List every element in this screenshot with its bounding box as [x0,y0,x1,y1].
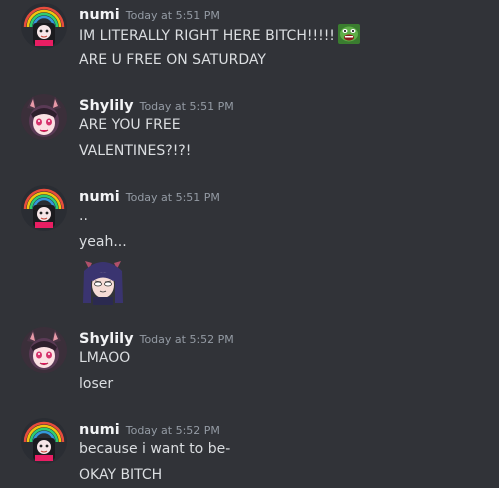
message-text: ARE YOU FREE [79,117,181,133]
message-text: IM LITERALLY RIGHT HERE BITCH!!!!! [79,24,360,46]
chat-messages: numi Today at 5:51 PM IM LITERALLY RIGHT … [0,0,499,488]
timestamp: Today at 5:52 PM [139,333,234,346]
message-text: yeah... [79,234,127,250]
avatar-numi[interactable] [21,185,67,231]
message-text-content: IM LITERALLY RIGHT HERE BITCH!!!!! [79,28,335,44]
timestamp: Today at 5:52 PM [125,424,220,437]
username[interactable]: Shylily [79,98,134,114]
timestamp: Today at 5:51 PM [139,100,234,113]
message-header: Shylily Today at 5:51 PM [79,95,234,117]
message-text: because i want to be- [79,441,231,457]
message-header: numi Today at 5:51 PM [79,186,220,208]
message-text: VALENTINES?!?! [79,143,192,159]
avatar-numi[interactable] [21,418,67,464]
username[interactable]: numi [79,7,120,23]
message-header: numi Today at 5:52 PM [79,419,220,441]
anime-girl-sticker[interactable] [79,257,127,305]
message-text: OKAY BITCH [79,467,163,483]
avatar-shylily[interactable] [21,327,67,373]
pepe-yelling-emote[interactable] [337,24,360,44]
message-text: loser [79,376,114,392]
message-text: ARE U FREE ON SATURDAY [79,52,266,68]
avatar-numi[interactable] [21,3,67,49]
message-text: .. [79,208,88,224]
message-text: LMAOO [79,350,131,366]
timestamp: Today at 5:51 PM [125,191,220,204]
avatar-shylily[interactable] [21,94,67,140]
username[interactable]: numi [79,189,120,205]
username[interactable]: numi [79,422,120,438]
message-header: Shylily Today at 5:52 PM [79,328,234,350]
username[interactable]: Shylily [79,331,134,347]
message-header: numi Today at 5:51 PM [79,4,220,26]
timestamp: Today at 5:51 PM [125,9,220,22]
